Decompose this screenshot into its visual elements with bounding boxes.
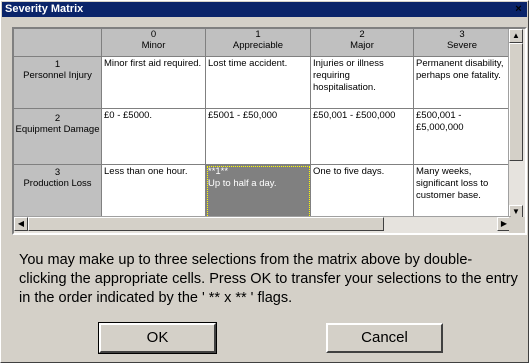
matrix-cell-selected[interactable]: **1** Up to half a day.	[206, 165, 311, 219]
col-number: 2	[359, 29, 365, 40]
close-icon[interactable]: ×	[512, 3, 525, 16]
row-header-equipment-damage: 2 Equipment Damage	[14, 109, 102, 165]
col-header-appreciable: 1 Appreciable	[206, 29, 311, 57]
matrix-cell[interactable]: Permanent disability, perhaps one fatali…	[414, 57, 511, 109]
col-number: 0	[150, 29, 157, 40]
matrix-cell[interactable]: Injuries or illness requiring hospitalis…	[311, 57, 414, 109]
instructions-text: You may make up to three selections from…	[19, 252, 518, 306]
matrix-cell[interactable]: Less than one hour.	[102, 165, 206, 219]
matrix-cell[interactable]: £500,001 - £5,000,000	[414, 109, 511, 165]
cancel-button[interactable]: Cancel	[326, 323, 443, 353]
row-number: 1	[54, 59, 61, 70]
row-label: Production Loss	[23, 178, 92, 189]
row-header-production-loss: 3 Production Loss	[14, 165, 102, 219]
title-bar: Severity Matrix ×	[2, 2, 527, 17]
vertical-scroll-thumb[interactable]	[509, 43, 523, 161]
scroll-left-arrow-icon[interactable]: ◀	[14, 217, 28, 231]
col-label: Appreciable	[232, 40, 284, 51]
matrix-cell[interactable]: Lost time accident.	[206, 57, 311, 109]
severity-matrix-window: Severity Matrix × 0 Minor 1 Appreciable …	[0, 0, 529, 363]
grid-corner	[14, 29, 102, 57]
col-header-major: 2 Major	[311, 29, 414, 57]
col-label: Severe	[446, 40, 478, 51]
col-number: 3	[459, 29, 465, 40]
selection-flag: **1**	[208, 166, 229, 177]
matrix-cell[interactable]: £50,001 - £500,000	[311, 109, 414, 165]
matrix-cell[interactable]: Many weeks, significant loss to customer…	[414, 165, 511, 219]
col-label: Major	[350, 40, 374, 51]
scroll-corner	[509, 217, 525, 233]
row-label: Equipment Damage	[15, 124, 100, 135]
window-title: Severity Matrix	[5, 3, 84, 15]
col-header-minor: 0 Minor	[102, 29, 206, 57]
vertical-scrollbar[interactable]: ▲ ▼	[508, 29, 525, 219]
scroll-up-arrow-icon[interactable]: ▲	[509, 29, 523, 43]
matrix-cell[interactable]: £0 - £5000.	[102, 109, 206, 165]
matrix-grid: 0 Minor 1 Appreciable 2 Major 3 Severe 1…	[12, 27, 527, 235]
row-header-personnel-injury: 1 Personnel Injury	[14, 57, 102, 109]
row-number: 2	[54, 113, 61, 124]
selected-cell-text: Up to half a day.	[208, 178, 277, 189]
ok-button[interactable]: OK	[98, 322, 217, 354]
row-label: Personnel Injury	[23, 70, 92, 81]
matrix-cell[interactable]: £5001 - £50,000	[206, 109, 311, 165]
col-header-severe: 3 Severe	[414, 29, 511, 57]
horizontal-scrollbar[interactable]: ◀ ▶	[14, 216, 511, 233]
matrix-table: 0 Minor 1 Appreciable 2 Major 3 Severe 1…	[14, 29, 511, 219]
matrix-cell[interactable]: One to five days.	[311, 165, 414, 219]
horizontal-scroll-thumb[interactable]	[28, 217, 384, 231]
col-label: Minor	[141, 40, 166, 51]
col-number: 1	[255, 29, 261, 40]
matrix-cell[interactable]: Minor first aid required.	[102, 57, 206, 109]
row-number: 3	[54, 167, 61, 178]
